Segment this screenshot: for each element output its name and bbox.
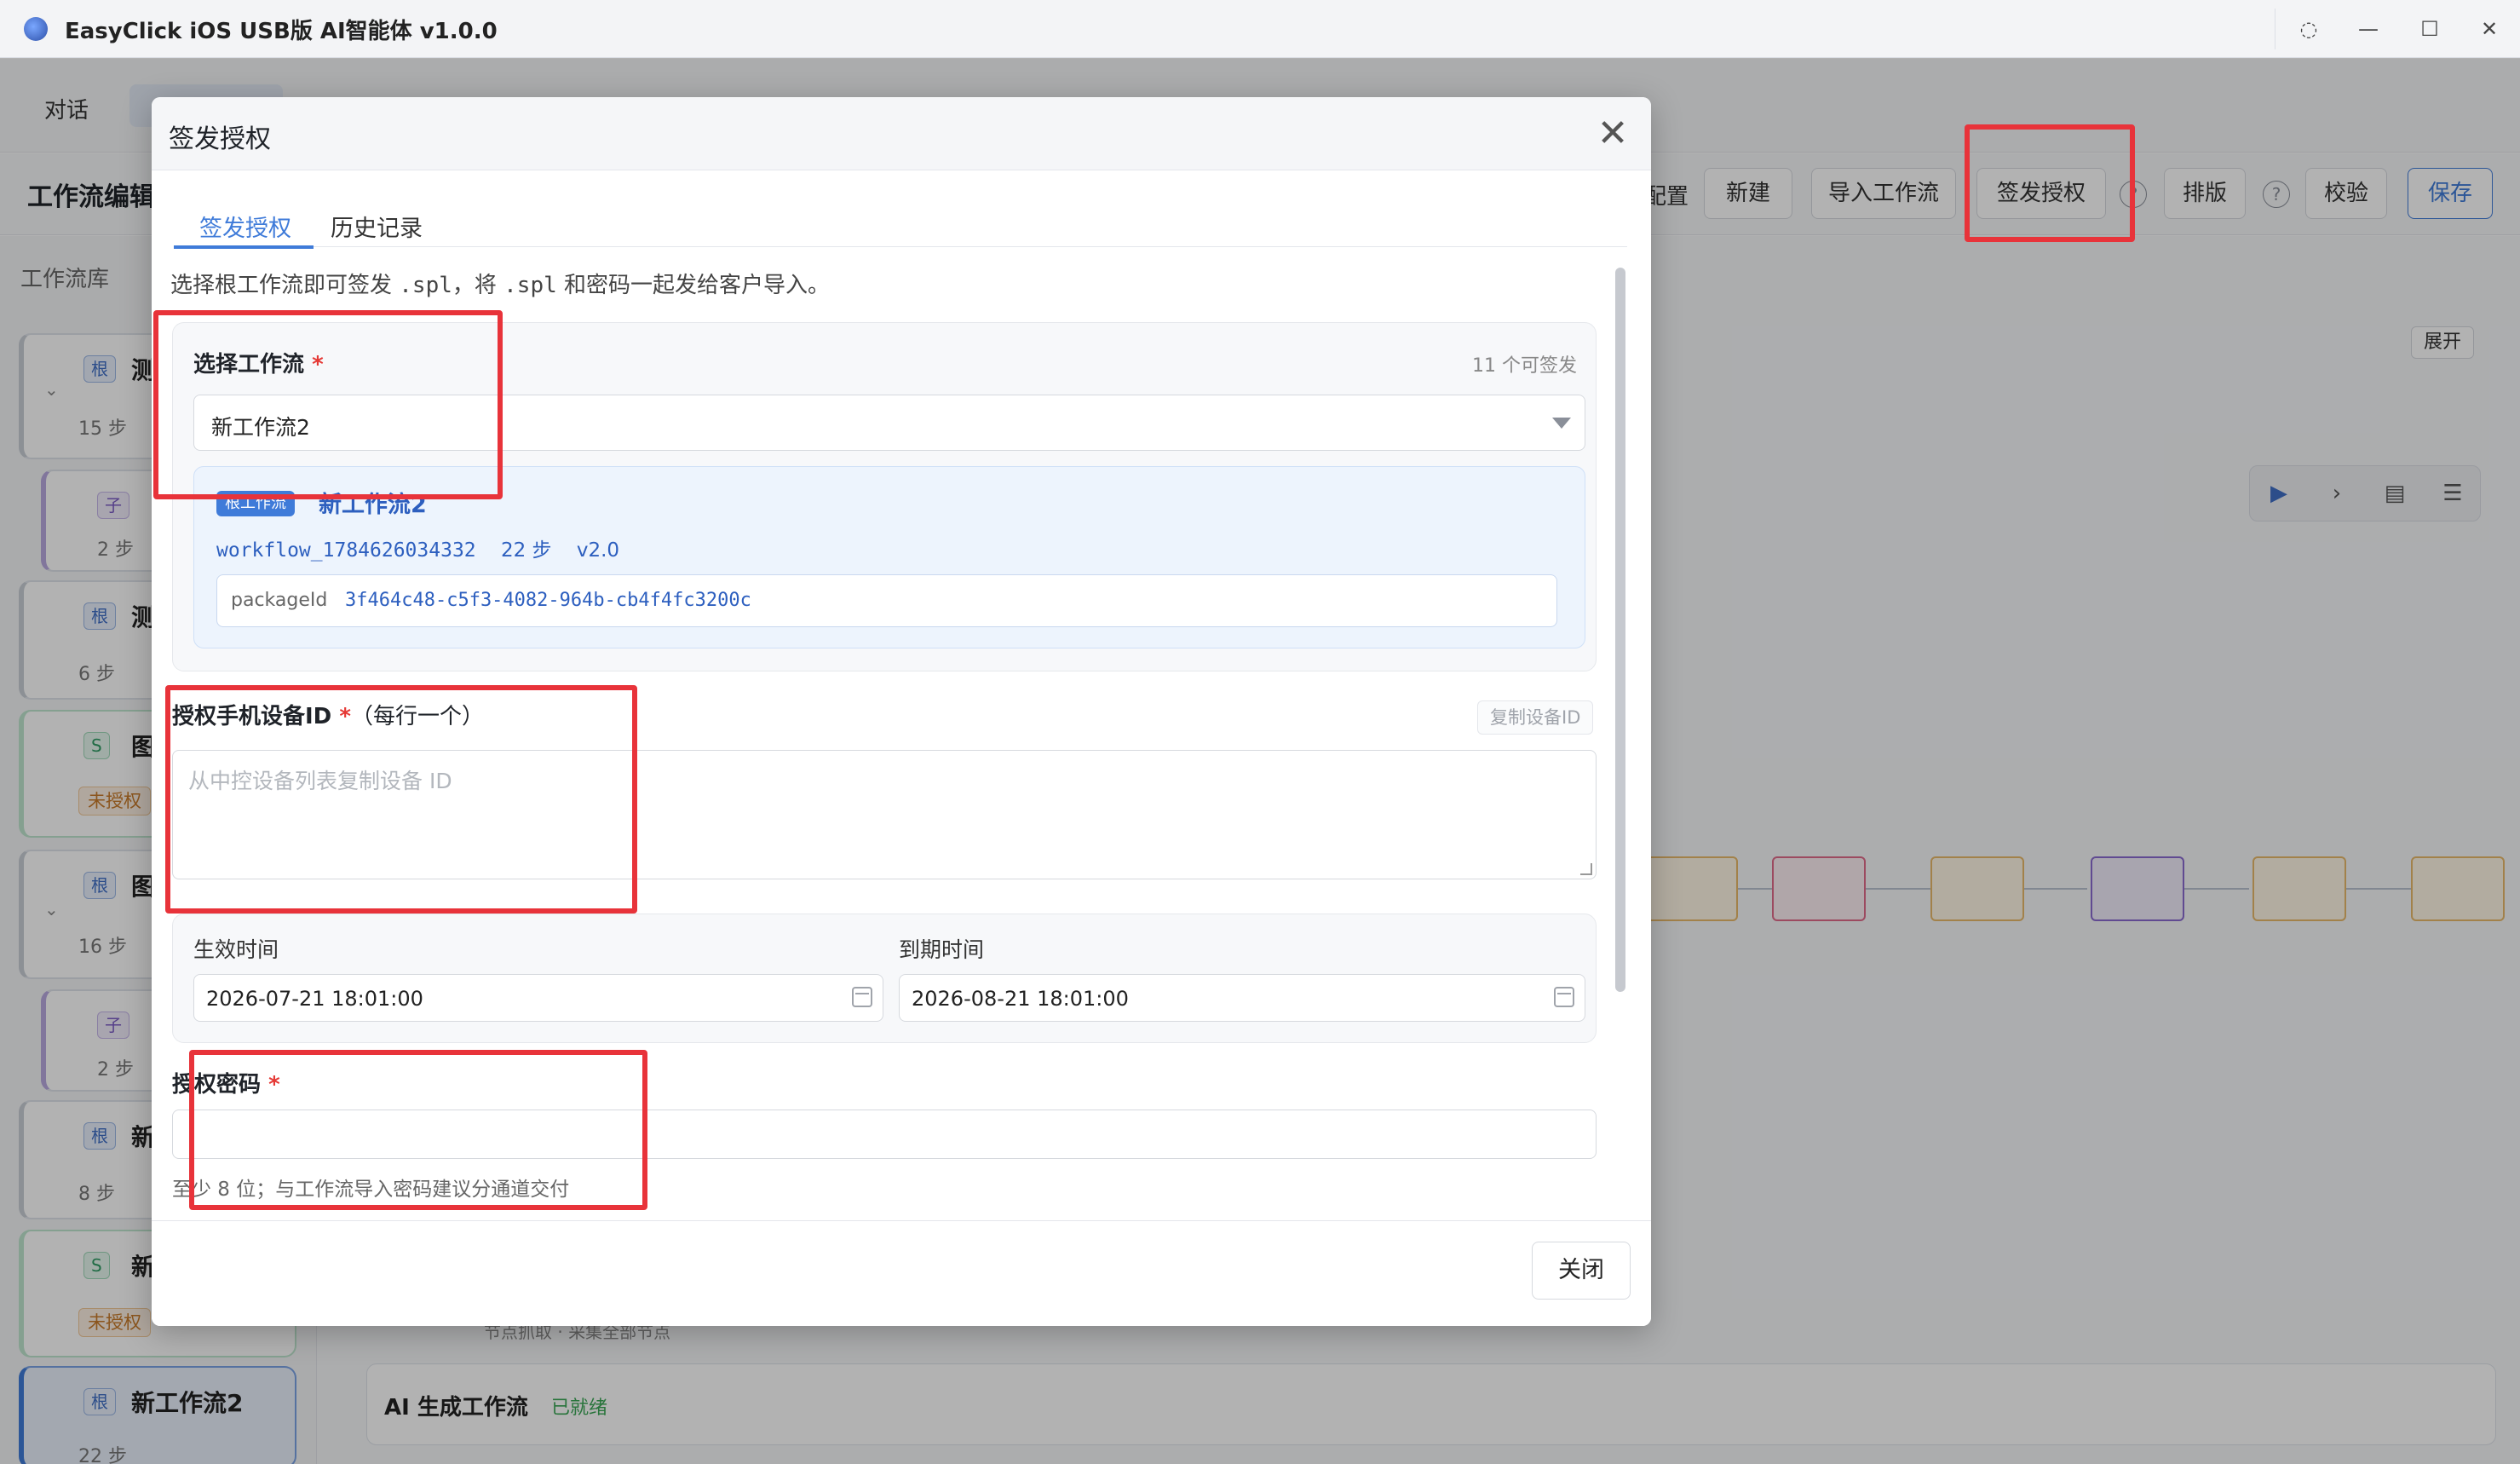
close-icon[interactable]: ✕ [1591, 112, 1634, 155]
start-time-label: 生效时间 [193, 937, 279, 962]
copy-device-id-button[interactable]: 复制设备ID [1477, 700, 1594, 735]
calendar-icon [1554, 987, 1574, 1007]
dialog-footer: 关闭 [152, 1220, 1651, 1326]
tab-issue-license[interactable]: 签发授权 [199, 210, 291, 243]
maximize-button[interactable]: ☐ [2413, 12, 2447, 46]
dialog-tabs: 签发授权 历史记录 [174, 203, 1627, 249]
start-time-value: 2026-07-21 18:01:00 [206, 987, 423, 1011]
workflow-meta: workflow_1784626034332 22 步 v2.0 [216, 533, 619, 562]
title-bar: EasyClick iOS USB版 AI智能体 v1.0.0 ◌ — ☐ ✕ [0, 0, 2520, 58]
resize-handle-icon[interactable] [1580, 863, 1592, 875]
dialog-title: 签发授权 [169, 124, 271, 154]
end-time-input[interactable]: 2026-08-21 18:01:00 [899, 974, 1585, 1022]
active-tab-indicator [174, 245, 314, 249]
package-id-label: packageId [231, 590, 328, 611]
loading-icon: ◌ [2299, 17, 2318, 41]
workflow-steps: 22 步 [500, 539, 552, 562]
annotation-box [189, 1050, 647, 1210]
minimize-button[interactable]: — [2351, 12, 2385, 46]
app-title: EasyClick iOS USB版 AI智能体 v1.0.0 [65, 19, 498, 44]
close-button[interactable]: 关闭 [1532, 1242, 1631, 1300]
dialog-intro: 选择根工作流即可签发 .spl，将 .spl 和密码一起发给客户导入。 [170, 273, 831, 298]
calendar-icon [852, 987, 872, 1007]
dialog-header: 签发授权 ✕ [152, 97, 1651, 170]
annotation-box [165, 685, 637, 914]
end-time-label: 到期时间 [899, 937, 985, 962]
window-close-button[interactable]: ✕ [2472, 12, 2506, 46]
tab-history[interactable]: 历史记录 [331, 210, 423, 243]
validity-section: 生效时间 2026-07-21 18:01:00 到期时间 2026-08-21… [172, 914, 1597, 1043]
workflow-id: workflow_1784626034332 [216, 539, 476, 562]
chevron-down-icon [1552, 418, 1571, 429]
workflow-version: v2.0 [576, 539, 620, 562]
package-id-box: packageId 3f464c48-c5f3-4082-964b-cb4f4f… [216, 574, 1557, 627]
eligible-count: 11 个可签发 [1472, 355, 1577, 377]
annotation-box [153, 310, 503, 499]
start-time-input[interactable]: 2026-07-21 18:01:00 [193, 974, 883, 1022]
scrollbar-thumb[interactable] [1615, 268, 1625, 992]
end-time-value: 2026-08-21 18:01:00 [912, 987, 1129, 1011]
annotation-box [1965, 124, 2135, 242]
app-logo-icon [24, 17, 48, 41]
package-id-value: 3f464c48-c5f3-4082-964b-cb4f4fc3200c [345, 590, 751, 611]
